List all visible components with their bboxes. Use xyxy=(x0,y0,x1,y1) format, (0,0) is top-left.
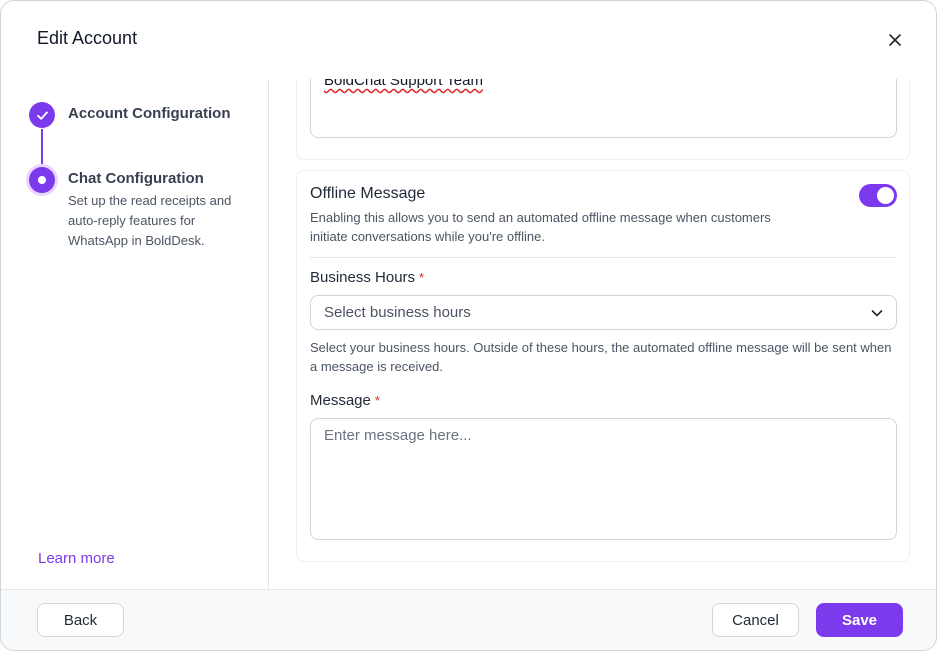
save-button[interactable]: Save xyxy=(816,603,903,637)
learn-more-link[interactable]: Learn more xyxy=(38,550,115,567)
stepper-sidebar: Account Configuration Chat Configuration… xyxy=(1,79,269,589)
step-title-chat-configuration: Chat Configuration xyxy=(68,170,204,187)
edit-account-dialog: Edit Account Account Configuration Chat … xyxy=(0,0,937,651)
dialog-header: Edit Account xyxy=(1,1,936,79)
dialog-title: Edit Account xyxy=(37,28,138,48)
business-hours-label: Business Hours * xyxy=(310,269,424,286)
business-hours-help: Select your business hours. Outside of t… xyxy=(310,340,892,374)
step-active-indicator xyxy=(29,167,55,193)
toggle-knob xyxy=(877,187,894,204)
step-dot-icon xyxy=(38,176,46,184)
form-content: BoldChat Support Team Offline Message En… xyxy=(270,79,936,589)
name-field-value: BoldChat Support Team xyxy=(324,79,483,89)
required-marker: * xyxy=(374,393,380,408)
business-hours-select[interactable]: Select business hours xyxy=(310,295,897,330)
step-description: Set up the read receipts and auto-reply … xyxy=(68,193,232,248)
step-connector xyxy=(41,129,43,166)
check-icon xyxy=(36,111,48,120)
required-marker: * xyxy=(419,270,425,285)
offline-message-card: Offline Message Enabling this allows you… xyxy=(296,170,910,562)
message-label: Message * xyxy=(310,392,380,409)
offline-message-description: Enabling this allows you to send an auto… xyxy=(310,210,771,244)
cancel-button[interactable]: Cancel xyxy=(712,603,799,637)
name-card: BoldChat Support Team xyxy=(296,79,910,160)
offline-message-title: Offline Message xyxy=(310,185,426,202)
divider xyxy=(310,257,897,258)
message-textarea[interactable] xyxy=(310,418,897,540)
business-hours-placeholder: Select business hours xyxy=(324,304,471,321)
back-button[interactable]: Back xyxy=(37,603,124,637)
step-title-account-configuration: Account Configuration xyxy=(68,105,231,122)
close-button[interactable] xyxy=(881,27,909,53)
message-label-text: Message xyxy=(310,392,371,409)
name-field[interactable]: BoldChat Support Team xyxy=(310,79,897,138)
business-hours-label-text: Business Hours xyxy=(310,269,416,286)
chevron-down-icon xyxy=(871,310,883,317)
dialog-footer: Back Cancel Save xyxy=(1,589,936,650)
close-icon xyxy=(889,34,901,46)
offline-message-toggle[interactable] xyxy=(859,184,897,207)
step-completed-indicator xyxy=(29,102,55,128)
